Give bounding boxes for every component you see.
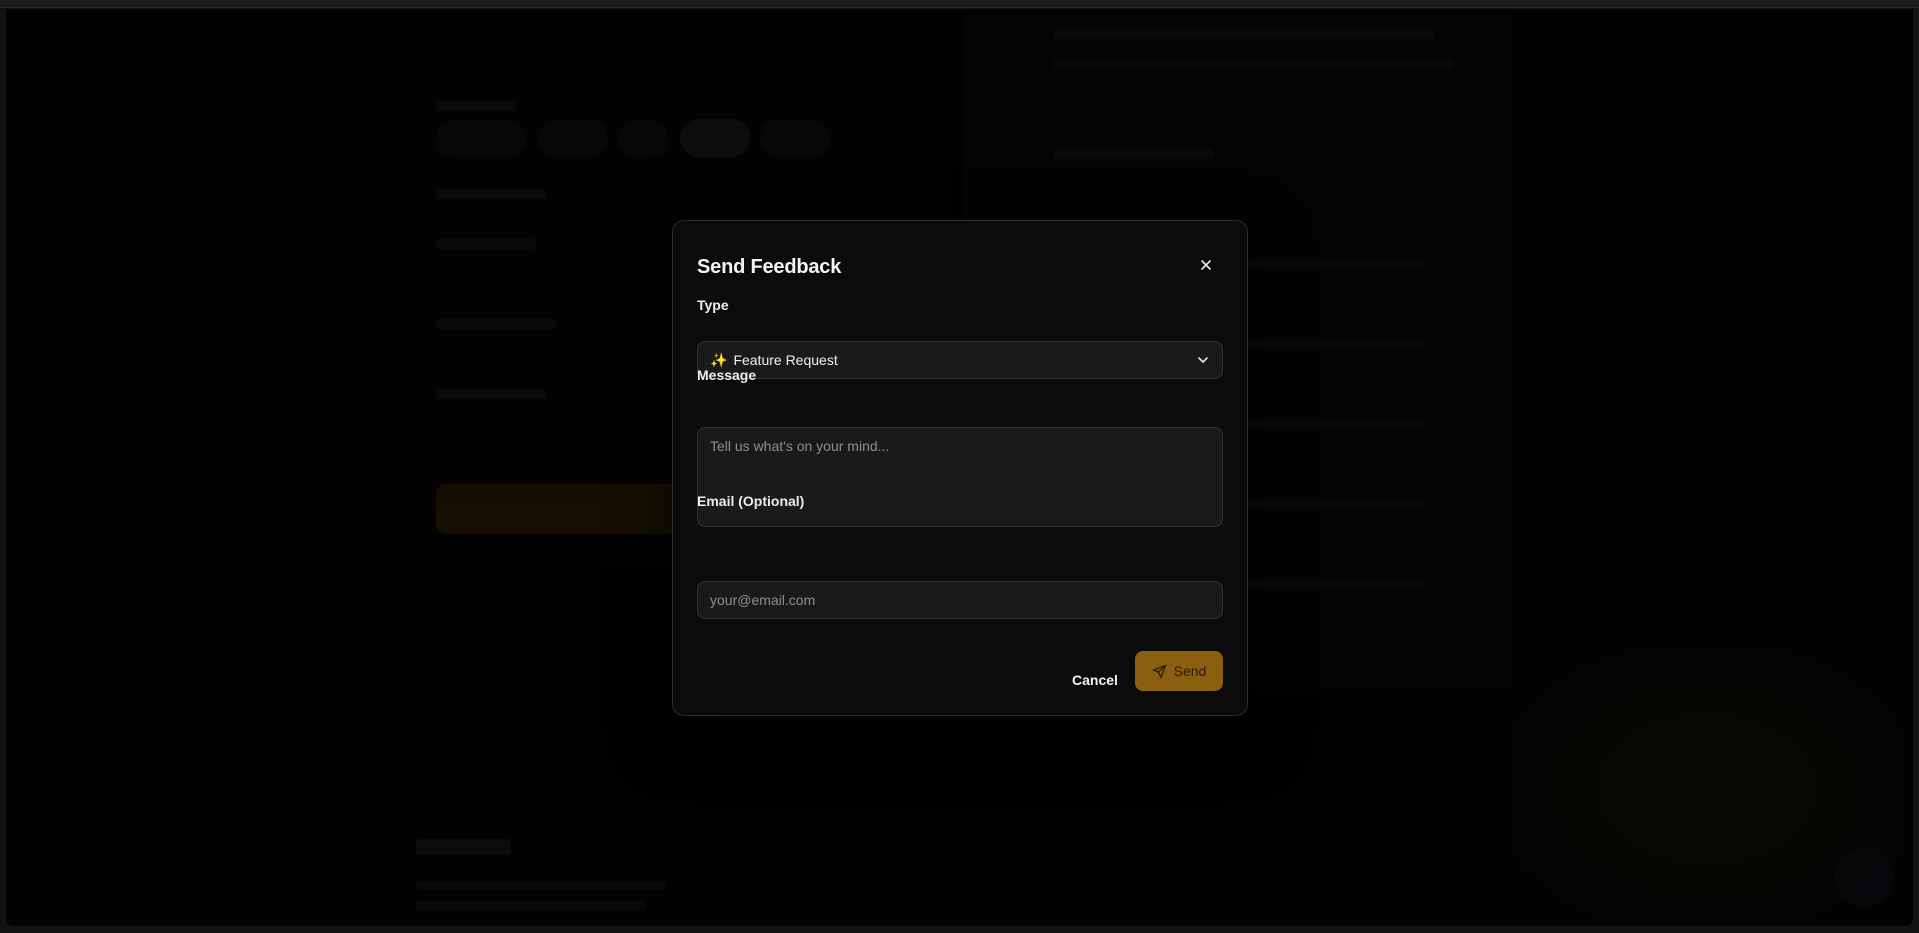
send-button-label: Send (1173, 663, 1207, 679)
close-button[interactable] (1195, 254, 1217, 276)
type-selected-value: Feature Request (733, 352, 838, 368)
message-label: Message (697, 367, 757, 383)
dialog-title: Send Feedback (697, 256, 842, 278)
type-select[interactable]: ✨ Feature Request (697, 341, 1223, 379)
send-button[interactable]: Send (1135, 651, 1223, 691)
sparkles-icon: ✨ (710, 351, 728, 368)
feedback-dialog: Send Feedback Type ✨ Feature Request Mes… (672, 220, 1248, 716)
type-label: Type (697, 297, 729, 313)
send-icon (1152, 664, 1166, 678)
chevron-down-icon (1198, 357, 1208, 363)
message-textarea[interactable] (697, 427, 1223, 527)
email-label: Email (Optional) (697, 493, 805, 509)
cancel-button[interactable]: Cancel (1063, 661, 1127, 699)
email-field[interactable] (697, 581, 1223, 619)
close-icon (1201, 260, 1211, 270)
